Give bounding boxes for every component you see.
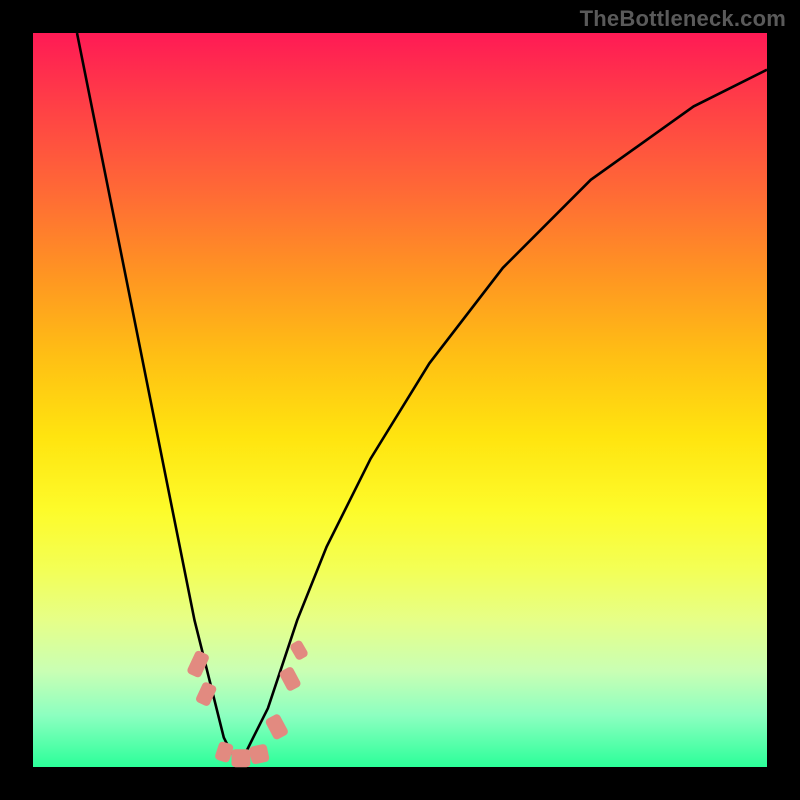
- marker-left-shoulder-lower: [195, 681, 218, 707]
- marker-right-shoulder-lower: [264, 712, 289, 740]
- marker-right-shoulder-upper: [278, 666, 301, 692]
- markers-layer: [33, 33, 767, 767]
- plot-area: [33, 33, 767, 767]
- marker-valley-2: [231, 749, 250, 767]
- watermark-label: TheBottleneck.com: [580, 6, 786, 32]
- marker-valley-3: [249, 743, 270, 764]
- chart-frame: TheBottleneck.com: [0, 0, 800, 800]
- marker-right-shoulder-top: [289, 639, 309, 661]
- marker-left-shoulder-upper: [186, 650, 210, 679]
